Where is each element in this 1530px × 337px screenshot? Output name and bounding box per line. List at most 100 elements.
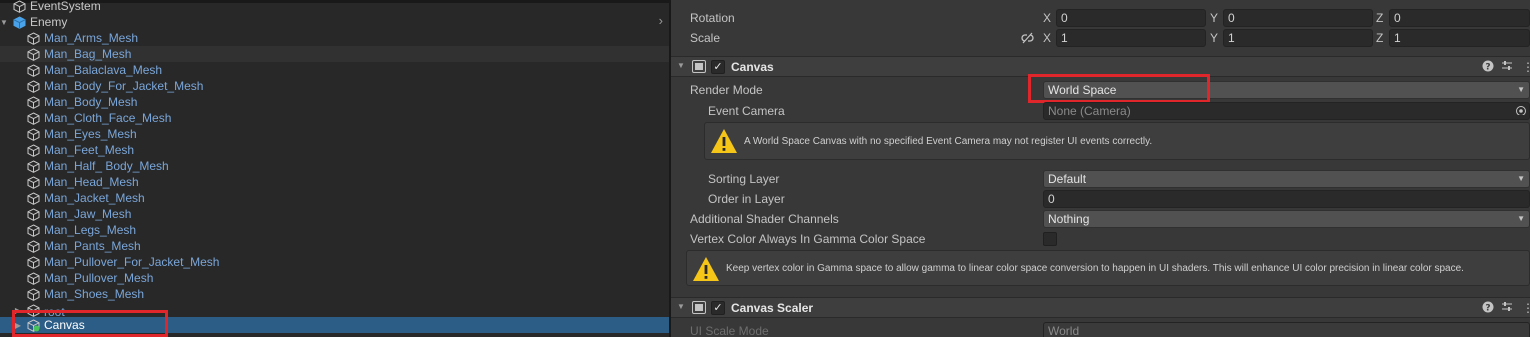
hierarchy-item[interactable]: ▶ root [0,302,669,319]
hierarchy-item[interactable]: Man_Balaclava_Mesh [0,62,669,78]
order-in-layer-label: Order in Layer [708,192,785,206]
event-camera-label: Event Camera [708,104,785,118]
hierarchy-item[interactable]: Man_Jacket_Mesh [0,190,669,206]
ui-scale-mode-dropdown[interactable]: World [1043,322,1530,337]
unlinked-scale-icon[interactable] [1021,32,1034,44]
vertex-color-row: Vertex Color Always In Gamma Color Space [671,229,1530,249]
scale-y-label[interactable]: Y [1210,31,1218,45]
hierarchy-panel: EventSystem ▼ Enemy Man_Arms_Mesh Man_Bag_Me… [0,0,669,337]
rotation-label: Rotation [690,11,735,25]
hierarchy-item[interactable]: Man_Body_For_Jacket_Mesh [0,78,669,94]
order-in-layer-field[interactable]: 0 [1043,190,1530,208]
rotation-y-label[interactable]: Y [1210,11,1218,25]
cube-icon [26,287,40,301]
rotation-y-field[interactable]: 0 [1223,9,1373,27]
rotation-x-label[interactable]: X [1043,11,1051,25]
order-in-layer-row: Order in Layer 0 [671,189,1530,209]
scale-z-label[interactable]: Z [1376,31,1383,45]
hierarchy-item-label: Man_Body_Mesh [44,95,138,109]
hierarchy-item[interactable]: ▶ Canvas [0,317,669,333]
hierarchy-item[interactable]: EventSystem [0,0,669,14]
help-icon[interactable]: ? [1482,60,1494,75]
object-picker-icon[interactable] [1515,103,1527,119]
scale-x-label[interactable]: X [1043,31,1051,45]
canvas-scaler-title: Canvas Scaler [731,301,814,315]
canvas-scaler-enabled-checkbox[interactable]: ✓ [711,301,725,315]
warning-icon [710,127,738,158]
cube-icon [12,0,26,13]
presets-icon[interactable] [1501,301,1513,316]
hierarchy-item[interactable]: Man_Feet_Mesh [0,142,669,158]
scale-y-field[interactable]: 1 [1223,29,1373,47]
render-mode-label: Render Mode [690,83,763,97]
hierarchy-item[interactable]: Man_Eyes_Mesh [0,126,669,142]
hierarchy-item[interactable]: Man_Shoes_Mesh [0,286,669,302]
hierarchy-item-label: Man_Balaclava_Mesh [44,63,163,77]
cube-icon [26,31,40,45]
rotation-row: Rotation X 0 Y 0 Z 0 [671,8,1530,28]
hierarchy-item-label: Man_Eyes_Mesh [44,127,137,141]
kebab-menu-icon[interactable]: ⋮ [1522,301,1530,315]
cube-icon [26,95,40,109]
help-icon[interactable]: ? [1482,301,1494,316]
hierarchy-item[interactable]: Man_Cloth_Face_Mesh [0,110,669,126]
cube-icon [26,191,40,205]
hierarchy-item-label: Man_Body_For_Jacket_Mesh [44,79,204,93]
scale-row: Scale X 1 Y 1 Z 1 [671,28,1530,48]
sorting-layer-label: Sorting Layer [708,172,780,186]
collapse-arrow-icon[interactable]: ▶ [13,306,23,315]
inspector-panel: Rotation X 0 Y 0 Z 0 Scale X 1 Y 1 Z 1 ▼… [671,0,1530,337]
rotation-z-field[interactable]: 0 [1389,9,1530,27]
sorting-layer-dropdown[interactable]: Default ▼ [1043,170,1530,188]
canvas-component-title: Canvas [731,60,774,74]
hierarchy-item[interactable]: Man_Head_Mesh [0,174,669,190]
kebab-menu-icon[interactable]: ⋮ [1522,60,1530,74]
shader-channels-dropdown[interactable]: Nothing ▼ [1043,210,1530,228]
event-camera-field[interactable]: None (Camera) [1043,102,1530,120]
canvas-enabled-checkbox[interactable]: ✓ [711,60,725,74]
hierarchy-item[interactable]: Man_Half_ Body_Mesh [0,158,669,174]
hierarchy-item[interactable]: Man_Jaw_Mesh [0,206,669,222]
cube-icon [26,79,40,93]
cube-icon [26,271,40,285]
cube-icon [26,63,40,77]
scale-x-field[interactable]: 1 [1056,29,1206,47]
cube-icon [26,159,40,173]
svg-text:?: ? [1485,63,1490,73]
chevron-right-icon[interactable]: › [659,13,663,28]
hierarchy-item[interactable]: Man_Body_Mesh [0,94,669,110]
render-mode-dropdown[interactable]: World Space ▼ [1043,81,1530,99]
presets-icon[interactable] [1501,60,1513,75]
shader-channels-row: Additional Shader Channels Nothing ▼ [671,209,1530,229]
hierarchy-item-label: EventSystem [30,0,101,13]
hierarchy-item[interactable]: ▼ Enemy [0,14,669,30]
cube-icon [26,207,40,221]
scale-z-field[interactable]: 1 [1389,29,1530,47]
cube-icon [26,175,40,189]
rotation-z-label[interactable]: Z [1376,11,1383,25]
rotation-x-field[interactable]: 0 [1056,9,1206,27]
fold-arrow-icon[interactable]: ▼ [677,61,685,70]
cube-icon [26,143,40,157]
cube-icon [26,127,40,141]
vertex-color-checkbox[interactable] [1043,232,1057,246]
hierarchy-item[interactable]: Man_Pants_Mesh [0,238,669,254]
canvas-component-header[interactable]: ▼ ✓ Canvas ? ⋮ [671,56,1530,77]
canvas-scaler-component-header[interactable]: ▼ ✓ Canvas Scaler ? ⋮ [671,297,1530,318]
collapse-arrow-icon[interactable]: ▶ [13,321,23,330]
cube-icon [26,303,40,317]
hierarchy-item-label: Man_Legs_Mesh [44,223,137,237]
cube-icon [26,223,40,237]
hierarchy-item[interactable]: Man_Legs_Mesh [0,222,669,238]
vertex-color-label: Vertex Color Always In Gamma Color Space [690,232,926,246]
hierarchy-item[interactable]: Man_Pullover_Mesh [0,270,669,286]
shader-channels-value: Nothing [1048,212,1090,226]
hierarchy-item[interactable]: Man_Bag_Mesh [0,46,669,62]
shader-channels-label: Additional Shader Channels [690,212,839,226]
hierarchy-item-label: Man_Pullover_For_Jacket_Mesh [44,255,220,269]
expand-arrow-icon[interactable]: ▼ [0,18,9,27]
fold-arrow-icon[interactable]: ▼ [677,302,685,311]
hierarchy-item[interactable]: Man_Pullover_For_Jacket_Mesh [0,254,669,270]
hierarchy-item-label: Man_Shoes_Mesh [44,287,145,301]
hierarchy-item[interactable]: Man_Arms_Mesh [0,30,669,46]
